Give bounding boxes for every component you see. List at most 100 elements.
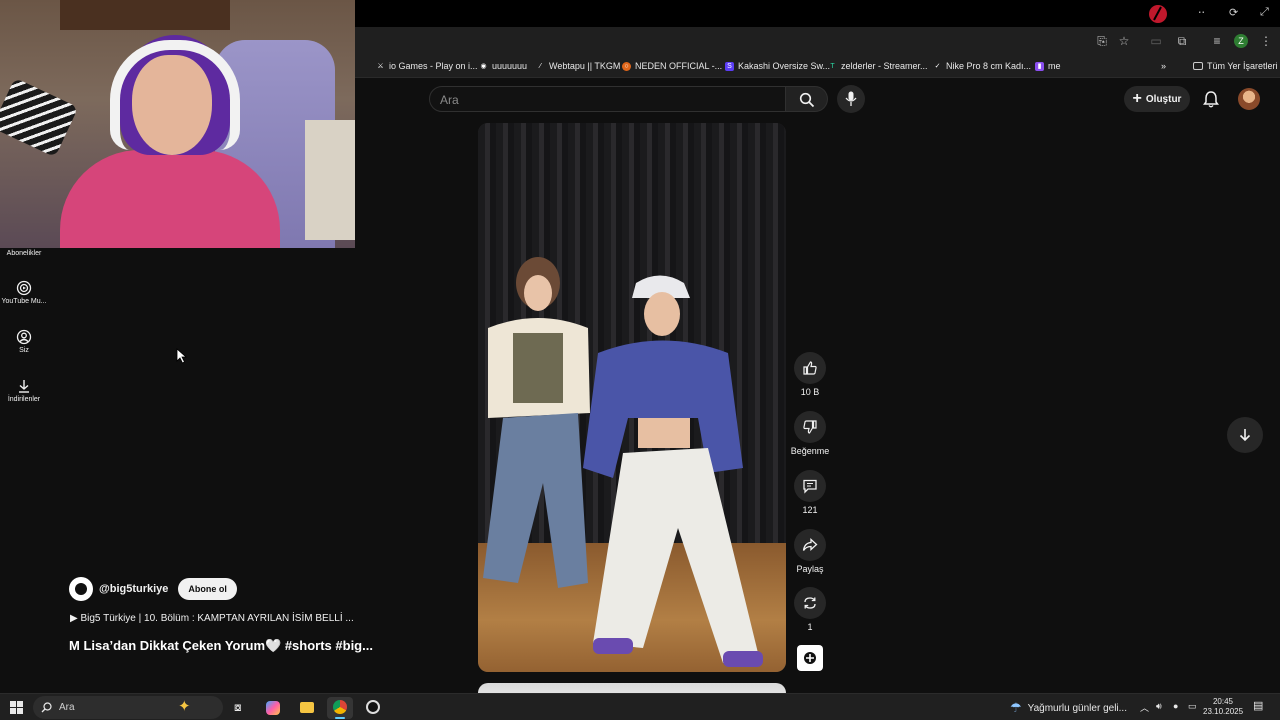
restore-icon[interactable]: ⟳: [1229, 6, 1238, 19]
all-bookmarks-folder[interactable]: Tüm Yer İşaretleri: [1193, 61, 1278, 71]
remix-icon: [804, 597, 816, 609]
share-label: Paylaş: [796, 564, 824, 574]
bookmark-item[interactable]: ⁄ Webtapu || TKGM: [536, 61, 620, 71]
notifications-icon[interactable]: ▤: [1253, 699, 1263, 712]
search-button[interactable]: [786, 86, 828, 112]
account-avatar[interactable]: [1238, 88, 1260, 110]
profile-avatar[interactable]: Z: [1234, 34, 1248, 48]
channel-avatar[interactable]: [69, 577, 93, 601]
video-dancer-right: [583, 275, 763, 667]
remix-button[interactable]: 1: [794, 587, 826, 632]
arrow-down-icon: [1239, 429, 1251, 442]
youtube-music-icon: [16, 280, 32, 296]
task-view-icon: ⧇: [234, 700, 242, 714]
bookmark-item[interactable]: ○ NEDEN OFFICIAL -...: [622, 61, 722, 71]
task-view-button[interactable]: ⧇: [227, 697, 253, 719]
close-window-icon[interactable]: ⤢: [1260, 6, 1269, 19]
thumbs-down-icon: [803, 420, 817, 434]
weather-widget[interactable]: ☂ Yağmurlu günler geli...: [1010, 700, 1127, 716]
volume-icon[interactable]: 🔊︎: [1156, 701, 1162, 712]
channel-row: @big5turkiye Abone ol: [69, 577, 237, 601]
playlist-link[interactable]: ▶ Big5 Türkiye | 10. Bölüm : KAMPTAN AYR…: [70, 613, 354, 624]
sidebar-item-downloads[interactable]: İndirilenler: [0, 378, 48, 403]
comment-count: 121: [802, 505, 818, 515]
twitch-icon: ▮: [1035, 61, 1044, 71]
nike-icon: ✓: [934, 62, 941, 70]
extensions-icon[interactable]: ⧉: [1175, 34, 1189, 48]
copilot-icon: [266, 701, 280, 715]
share-button[interactable]: Paylaş: [794, 529, 826, 574]
taskbar-app-obs[interactable]: [360, 697, 386, 719]
bookmarks-bar: . ⚔io Games - Play on i... ◉uuuuuuu ⁄Web…: [353, 55, 1280, 78]
reading-mode-icon[interactable]: ▭: [1149, 34, 1163, 48]
crossed-swords-icon: ⚔: [377, 62, 384, 70]
dislike-button[interactable]: Beğenme: [791, 411, 829, 456]
sidebar-item-you[interactable]: Siz: [0, 329, 48, 354]
media-controls-icon[interactable]: ≡: [1210, 34, 1224, 48]
short-video-player[interactable]: [478, 123, 786, 672]
double-chevron-icon: »: [1161, 61, 1167, 71]
menu-kebab-icon[interactable]: ⋮: [1259, 34, 1273, 48]
dislike-label: Beğenme: [790, 446, 830, 456]
create-button[interactable]: + Oluştur: [1124, 86, 1190, 112]
folder-icon: [1193, 62, 1203, 70]
notifications-bell-icon[interactable]: [1201, 89, 1221, 109]
taskbar-app-chrome[interactable]: [327, 697, 353, 719]
bookmark-star-icon[interactable]: ☆: [1117, 34, 1131, 48]
bookmarks-overflow-button[interactable]: »: [1161, 61, 1166, 71]
sidebar-item-subscriptions[interactable]: Abonelikler: [0, 250, 48, 257]
github-icon: ◉: [480, 62, 487, 70]
folder-icon: [300, 702, 314, 713]
channel-logo-icon: [804, 652, 816, 664]
taskbar-search-box[interactable]: Ara ✦: [33, 696, 223, 719]
channel-logo-icon: [75, 583, 87, 595]
webcam-overlay: [0, 0, 355, 248]
windows-taskbar: Ara ✦ ⧇ ☂ Yağmurlu günler geli... ︿ 🔊︎ ●…: [0, 693, 1280, 720]
share-arrow-icon: [802, 538, 818, 551]
like-button[interactable]: 10 B: [794, 352, 826, 397]
webcam-poster: [305, 120, 355, 240]
network-icon[interactable]: ▭: [1188, 701, 1197, 712]
circle-logo-icon: ○: [622, 61, 631, 71]
chrome-icon: [333, 700, 347, 714]
rain-umbrella-icon: ☂: [1010, 700, 1022, 715]
opera-gx-logo-icon: [1149, 5, 1167, 23]
bookmark-item[interactable]: ▮ me: [1035, 61, 1061, 71]
webcam-headset: [110, 40, 240, 150]
thumbs-up-icon: [803, 361, 817, 375]
bookmark-item[interactable]: ⚔ io Games - Play on i...: [376, 61, 477, 71]
search-input[interactable]: Ara: [429, 86, 786, 112]
install-app-icon[interactable]: ⎘: [1095, 34, 1109, 48]
webcam-shelf: [60, 0, 230, 30]
remix-count: 1: [807, 622, 813, 632]
microphone-tray-icon[interactable]: ●: [1173, 701, 1178, 711]
short-title[interactable]: M Lisa’dan Dikkat Çeken Yorum🤍 #shorts #…: [69, 638, 373, 654]
minimize-icon[interactable]: ⋅⋅: [1198, 6, 1205, 19]
copilot-sparkle-icon: ✦: [178, 698, 191, 715]
you-icon: [16, 329, 32, 345]
channel-thumbnail-button[interactable]: [797, 645, 823, 671]
bookmark-item[interactable]: S Kakashi Oversize Sw...: [725, 61, 830, 71]
bookmark-item[interactable]: Tzelderler - Streamer...: [828, 61, 927, 71]
mouse-cursor-icon: [176, 348, 188, 364]
browser-tab-strip: ⋅⋅ ⟳ ⤢: [355, 0, 1280, 27]
download-icon: [19, 380, 29, 393]
subscribe-button[interactable]: Abone ol: [178, 578, 237, 600]
next-video-button[interactable]: [1227, 417, 1263, 453]
voice-search-button[interactable]: [837, 85, 865, 113]
recorder-icon: [366, 700, 380, 714]
screen: ⋅⋅ ⟳ ⤢ ⎘ ☆ ▭ ⧉ ≡ ⋮ Z . ⚔io Games - Play …: [0, 0, 1280, 720]
tray-overflow-chevron-icon[interactable]: ︿: [1140, 701, 1149, 714]
taskbar-app-file-explorer[interactable]: [294, 697, 320, 719]
search-icon: [41, 702, 52, 713]
taskbar-app-copilot[interactable]: [260, 697, 286, 719]
sidebar-item-youtube-music[interactable]: YouTube Mu...: [0, 280, 48, 305]
like-count: 10 B: [800, 387, 820, 397]
comments-button[interactable]: 121: [794, 470, 826, 515]
channel-name[interactable]: @big5turkiye: [99, 583, 168, 595]
bookmark-item[interactable]: ◉ uuuuuuu: [479, 61, 527, 71]
system-clock[interactable]: 20:45 23.10.2025: [1203, 697, 1243, 717]
tt-logo-icon: T: [830, 62, 835, 70]
bookmark-item[interactable]: ✓ Nike Pro 8 cm Kadı...: [933, 61, 1031, 71]
windows-start-icon[interactable]: [10, 701, 23, 714]
